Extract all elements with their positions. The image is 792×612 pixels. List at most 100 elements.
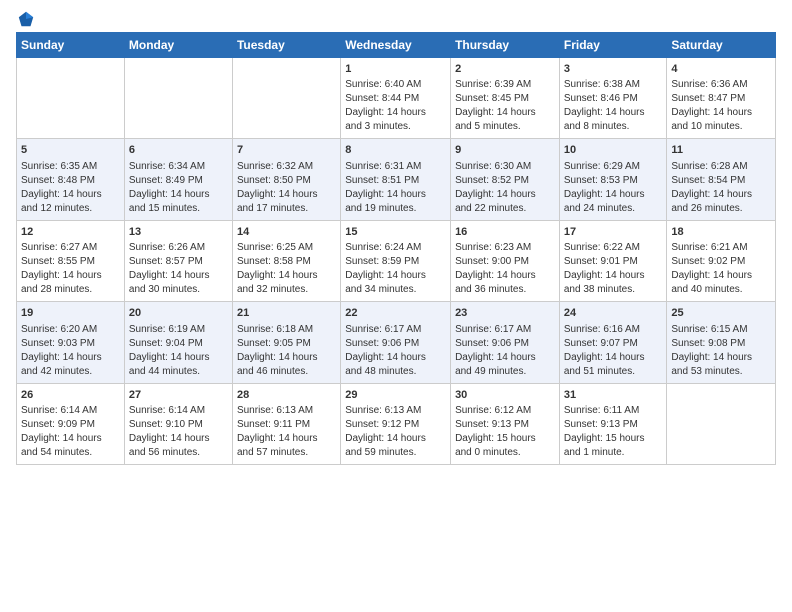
- day-number: 17: [564, 225, 663, 240]
- logo: [16, 10, 35, 26]
- day-cell-23: 23Sunrise: 6:17 AMSunset: 9:06 PMDayligh…: [451, 302, 560, 383]
- day-number: 21: [237, 306, 336, 321]
- day-cell-22: 22Sunrise: 6:17 AMSunset: 9:06 PMDayligh…: [341, 302, 451, 383]
- day-info-line: Sunrise: 6:36 AM: [671, 78, 771, 92]
- day-info-line: and 59 minutes.: [345, 446, 446, 460]
- day-info-line: Sunrise: 6:26 AM: [129, 241, 228, 255]
- day-number: 10: [564, 143, 663, 158]
- day-info-line: Sunrise: 6:35 AM: [21, 160, 120, 174]
- day-info-line: and 30 minutes.: [129, 283, 228, 297]
- day-info-line: Sunset: 8:54 PM: [671, 174, 771, 188]
- day-info-line: Sunrise: 6:13 AM: [237, 404, 336, 418]
- day-info-line: and 8 minutes.: [564, 120, 663, 134]
- page: SundayMondayTuesdayWednesdayThursdayFrid…: [0, 0, 792, 612]
- day-info-line: and 0 minutes.: [455, 446, 555, 460]
- day-info-line: Daylight: 14 hours: [564, 106, 663, 120]
- day-info-line: Daylight: 14 hours: [564, 269, 663, 283]
- day-info-line: Sunrise: 6:11 AM: [564, 404, 663, 418]
- day-info-line: Daylight: 14 hours: [345, 351, 446, 365]
- day-info-line: Daylight: 14 hours: [21, 188, 120, 202]
- day-number: 9: [455, 143, 555, 158]
- day-info-line: Sunrise: 6:17 AM: [455, 323, 555, 337]
- day-cell-28: 28Sunrise: 6:13 AMSunset: 9:11 PMDayligh…: [232, 383, 340, 464]
- day-cell-31: 31Sunrise: 6:11 AMSunset: 9:13 PMDayligh…: [559, 383, 667, 464]
- day-info-line: Daylight: 14 hours: [21, 351, 120, 365]
- day-number: 13: [129, 225, 228, 240]
- day-number: 24: [564, 306, 663, 321]
- day-info-line: Sunset: 9:01 PM: [564, 255, 663, 269]
- day-info-line: Sunset: 8:44 PM: [345, 92, 446, 106]
- day-info-line: Daylight: 14 hours: [564, 188, 663, 202]
- day-cell-12: 12Sunrise: 6:27 AMSunset: 8:55 PMDayligh…: [17, 220, 125, 301]
- day-number: 5: [21, 143, 120, 158]
- day-info-line: Daylight: 14 hours: [129, 351, 228, 365]
- week-row-3: 12Sunrise: 6:27 AMSunset: 8:55 PMDayligh…: [17, 220, 776, 301]
- day-info-line: Sunset: 9:12 PM: [345, 418, 446, 432]
- day-info-line: and 10 minutes.: [671, 120, 771, 134]
- day-info-line: Sunset: 9:07 PM: [564, 337, 663, 351]
- day-number: 12: [21, 225, 120, 240]
- day-info-line: and 32 minutes.: [237, 283, 336, 297]
- day-info-line: Daylight: 15 hours: [564, 432, 663, 446]
- day-cell-24: 24Sunrise: 6:16 AMSunset: 9:07 PMDayligh…: [559, 302, 667, 383]
- day-info-line: and 42 minutes.: [21, 365, 120, 379]
- day-info-line: Sunset: 8:52 PM: [455, 174, 555, 188]
- day-info-line: Sunrise: 6:28 AM: [671, 160, 771, 174]
- day-info-line: Sunrise: 6:20 AM: [21, 323, 120, 337]
- day-info-line: Daylight: 14 hours: [455, 351, 555, 365]
- day-cell-6: 6 Sunrise: 6:34 AMSunset: 8:49 PMDaylight…: [124, 139, 232, 220]
- day-info-line: and 49 minutes.: [455, 365, 555, 379]
- day-info-line: and 34 minutes.: [345, 283, 446, 297]
- day-info-line: Sunrise: 6:39 AM: [455, 78, 555, 92]
- day-number: 27: [129, 388, 228, 403]
- day-info-line: Sunrise: 6:18 AM: [237, 323, 336, 337]
- day-info-line: Sunset: 9:10 PM: [129, 418, 228, 432]
- day-info-line: Daylight: 14 hours: [455, 188, 555, 202]
- day-cell-8: 8Sunrise: 6:31 AMSunset: 8:51 PMDaylight…: [341, 139, 451, 220]
- day-info-line: Sunset: 8:49 PM: [129, 174, 228, 188]
- day-info-line: Sunset: 8:55 PM: [21, 255, 120, 269]
- day-cell-2: 2Sunrise: 6:39 AMSunset: 8:45 PMDaylight…: [451, 58, 560, 139]
- day-info-line: Daylight: 14 hours: [455, 106, 555, 120]
- day-info-line: Daylight: 14 hours: [671, 269, 771, 283]
- day-info-line: Daylight: 14 hours: [564, 351, 663, 365]
- day-cell-25: 25Sunrise: 6:15 AMSunset: 9:08 PMDayligh…: [667, 302, 776, 383]
- day-number: 6: [129, 143, 228, 158]
- day-number: 1: [345, 62, 446, 77]
- column-header-sunday: Sunday: [17, 33, 125, 58]
- day-info-line: Daylight: 14 hours: [345, 106, 446, 120]
- day-info-line: Sunset: 9:11 PM: [237, 418, 336, 432]
- week-row-1: 1Sunrise: 6:40 AMSunset: 8:44 PMDaylight…: [17, 58, 776, 139]
- day-cell-17: 17Sunrise: 6:22 AMSunset: 9:01 PMDayligh…: [559, 220, 667, 301]
- day-cell-15: 15Sunrise: 6:24 AMSunset: 8:59 PMDayligh…: [341, 220, 451, 301]
- day-info-line: and 24 minutes.: [564, 202, 663, 216]
- day-info-line: Sunrise: 6:15 AM: [671, 323, 771, 337]
- day-info-line: Sunrise: 6:13 AM: [345, 404, 446, 418]
- day-info-line: Sunrise: 6:14 AM: [21, 404, 120, 418]
- day-cell-27: 27Sunrise: 6:14 AMSunset: 9:10 PMDayligh…: [124, 383, 232, 464]
- column-header-friday: Friday: [559, 33, 667, 58]
- calendar-table: SundayMondayTuesdayWednesdayThursdayFrid…: [16, 32, 776, 465]
- day-cell-16: 16Sunrise: 6:23 AMSunset: 9:00 PMDayligh…: [451, 220, 560, 301]
- day-number: 29: [345, 388, 446, 403]
- empty-cell: [124, 58, 232, 139]
- logo-text: [16, 10, 35, 28]
- empty-cell: [667, 383, 776, 464]
- column-header-monday: Monday: [124, 33, 232, 58]
- day-cell-13: 13Sunrise: 6:26 AMSunset: 8:57 PMDayligh…: [124, 220, 232, 301]
- day-cell-7: 7Sunrise: 6:32 AMSunset: 8:50 PMDaylight…: [232, 139, 340, 220]
- day-info-line: Sunset: 9:03 PM: [21, 337, 120, 351]
- day-info-line: Daylight: 14 hours: [129, 188, 228, 202]
- day-info-line: Sunrise: 6:32 AM: [237, 160, 336, 174]
- day-info-line: Sunset: 9:13 PM: [564, 418, 663, 432]
- day-info-line: Sunrise: 6:34 AM: [129, 160, 228, 174]
- day-info-line: and 26 minutes.: [671, 202, 771, 216]
- day-info-line: Daylight: 14 hours: [237, 188, 336, 202]
- day-cell-29: 29Sunrise: 6:13 AMSunset: 9:12 PMDayligh…: [341, 383, 451, 464]
- day-info-line: and 22 minutes.: [455, 202, 555, 216]
- day-info-line: Daylight: 15 hours: [455, 432, 555, 446]
- day-info-line: and 12 minutes.: [21, 202, 120, 216]
- day-number: 8: [345, 143, 446, 158]
- column-header-wednesday: Wednesday: [341, 33, 451, 58]
- day-info-line: and 56 minutes.: [129, 446, 228, 460]
